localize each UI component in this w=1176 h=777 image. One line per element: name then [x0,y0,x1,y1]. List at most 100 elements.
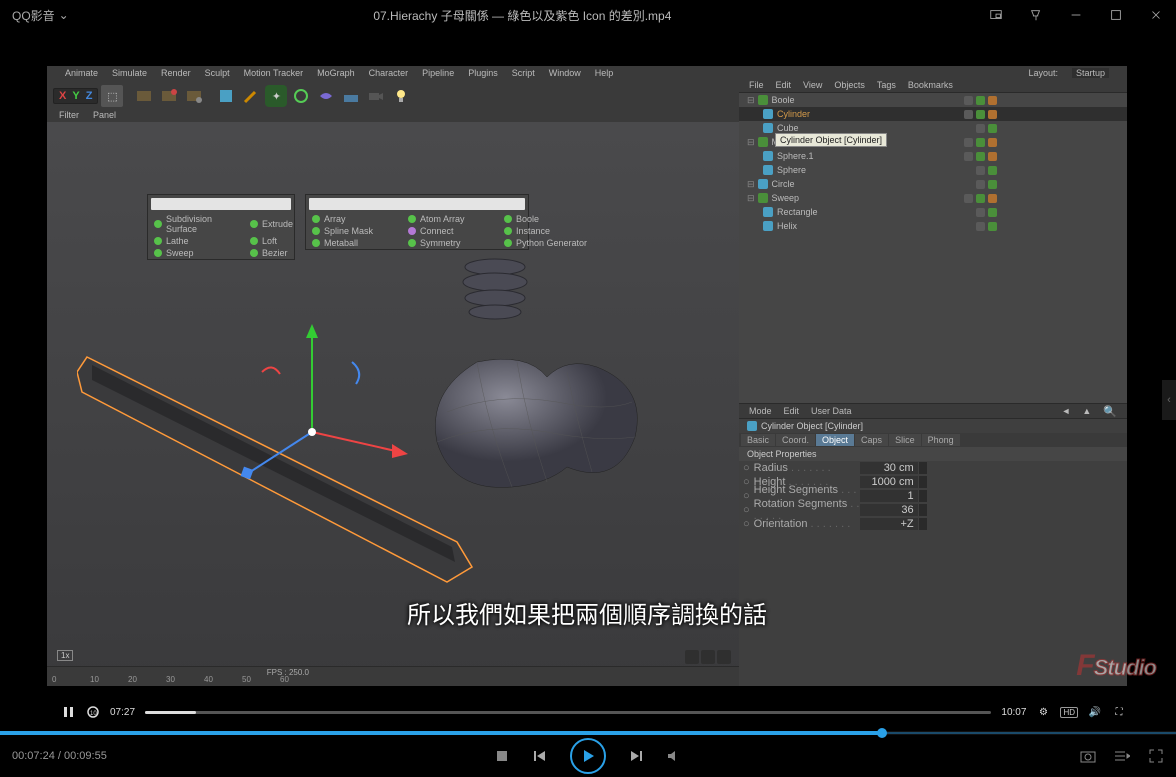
hierarchy-item[interactable]: ⊟Boole [739,93,1127,107]
stop-icon[interactable] [494,748,510,764]
minimize-icon[interactable] [1056,0,1096,30]
render-region-icon[interactable] [158,85,180,107]
attr-menu[interactable]: Mode [749,406,772,416]
generator-item[interactable]: Array [306,213,402,225]
xyz-toggle[interactable]: X Y Z [53,88,98,104]
attr-value[interactable]: 1000 cm [860,476,918,488]
mute-icon[interactable] [666,748,682,764]
hierarchy-item[interactable]: ⊟Circle [739,177,1127,191]
menu-item[interactable]: Simulate [112,68,147,78]
close-icon[interactable] [1136,0,1176,30]
playback-speed[interactable]: 1x [57,650,73,661]
attr-value[interactable]: +Z [860,518,918,530]
menu-item[interactable]: Pipeline [422,68,454,78]
hierarchy-item[interactable]: ⊟Sweep [739,191,1127,205]
inner-progress[interactable] [145,711,991,714]
environment-icon[interactable] [340,85,362,107]
hierarchy-item[interactable]: Cylinder [739,107,1127,121]
generator-item[interactable]: Sweep [148,247,244,259]
menu-item[interactable]: Animate [65,68,98,78]
om-tab[interactable]: Bookmarks [908,80,953,90]
panel-menu[interactable]: Panel [93,110,116,122]
capture-icon[interactable] [1080,748,1096,764]
timeline-slider[interactable]: 0102030405060 [47,666,739,685]
fullscreen-icon[interactable]: ⛶ [1112,705,1126,719]
popup-handle[interactable] [151,198,291,210]
menu-item[interactable]: Sculpt [205,68,230,78]
object-hierarchy[interactable]: ⊟BooleCylinderCube⊟MetaballSphere.1Spher… [739,93,1127,403]
menu-item[interactable]: Motion Tracker [244,68,304,78]
x-axis-icon[interactable]: X [57,90,68,102]
generator-item[interactable]: Spline Mask [306,225,402,237]
attr-tab[interactable]: Basic [741,434,775,446]
move-gizmo[interactable] [232,322,432,502]
transport-btn[interactable] [685,650,699,664]
side-tab[interactable]: ‹ [1162,380,1176,420]
render-icon[interactable] [133,85,155,107]
generator-icon[interactable]: ✦ [265,85,287,107]
menu-item[interactable]: Help [595,68,614,78]
attr-value[interactable]: 1 [860,490,918,502]
spinner[interactable] [919,476,927,488]
volume-icon[interactable]: 🔊 [1088,705,1102,719]
y-axis-icon[interactable]: Y [70,90,81,102]
pause-icon[interactable] [62,705,76,719]
hierarchy-item[interactable]: Sphere [739,163,1127,177]
expand-icon[interactable] [1148,748,1164,764]
menu-item[interactable]: Window [549,68,581,78]
attr-menu[interactable]: Edit [784,406,800,416]
generator-item[interactable]: Subdivision Surface [148,213,244,235]
om-tab[interactable]: Edit [776,80,792,90]
attr-value[interactable]: 36 [860,504,918,516]
generator-item[interactable]: Metaball [306,237,402,249]
attr-tab[interactable]: Object [816,434,854,446]
om-tab[interactable]: Objects [834,80,865,90]
pin-icon[interactable] [1016,0,1056,30]
tool-icon[interactable]: ⬚ [101,85,123,107]
filter-menu[interactable]: Filter [59,110,79,122]
generator-item[interactable]: Boole [498,213,594,225]
generator-item[interactable]: Python Generator [498,237,594,249]
hd-badge[interactable]: HD [1060,707,1078,718]
menu-item[interactable]: Script [512,68,535,78]
spline-pen-icon[interactable] [240,85,262,107]
transport-btn[interactable] [717,650,731,664]
camera-icon[interactable] [365,85,387,107]
om-tab[interactable]: File [749,80,764,90]
play-button[interactable] [570,738,606,774]
menu-item[interactable]: Character [369,68,409,78]
pip-icon[interactable] [976,0,1016,30]
z-axis-icon[interactable]: Z [84,90,95,102]
attr-value[interactable]: 30 cm [860,462,918,474]
next-icon[interactable] [628,748,644,764]
menu-item[interactable]: Plugins [468,68,498,78]
generator-item[interactable]: Atom Array [402,213,498,225]
settings-icon[interactable]: ⚙ [1036,705,1050,719]
primitive-cube-icon[interactable] [215,85,237,107]
menu-item[interactable]: MoGraph [317,68,355,78]
spinner[interactable] [919,490,927,502]
om-tab[interactable]: View [803,80,822,90]
maximize-icon[interactable] [1096,0,1136,30]
menu-item[interactable]: Render [161,68,191,78]
hierarchy-item[interactable]: Sphere.1 [739,149,1127,163]
layout-value[interactable]: Startup [1072,68,1109,78]
prev-icon[interactable] [532,748,548,764]
attr-tab[interactable]: Coord. [776,434,815,446]
attr-tab[interactable]: Caps [855,434,888,446]
spinner[interactable] [919,504,927,516]
generator2-icon[interactable] [290,85,312,107]
popup-handle[interactable] [309,198,525,210]
generator-item[interactable]: Connect [402,225,498,237]
transport-btn[interactable] [701,650,715,664]
spinner[interactable] [919,462,927,474]
hierarchy-item[interactable]: Helix [739,219,1127,233]
attr-tab[interactable]: Phong [922,434,960,446]
generator-item[interactable]: Lathe [148,235,244,247]
light-icon[interactable] [390,85,412,107]
hierarchy-item[interactable]: Rectangle [739,205,1127,219]
replay-icon[interactable]: 10 [86,705,100,719]
attr-tab[interactable]: Slice [889,434,921,446]
generator-item[interactable]: Instance [498,225,594,237]
render-settings-icon[interactable] [183,85,205,107]
